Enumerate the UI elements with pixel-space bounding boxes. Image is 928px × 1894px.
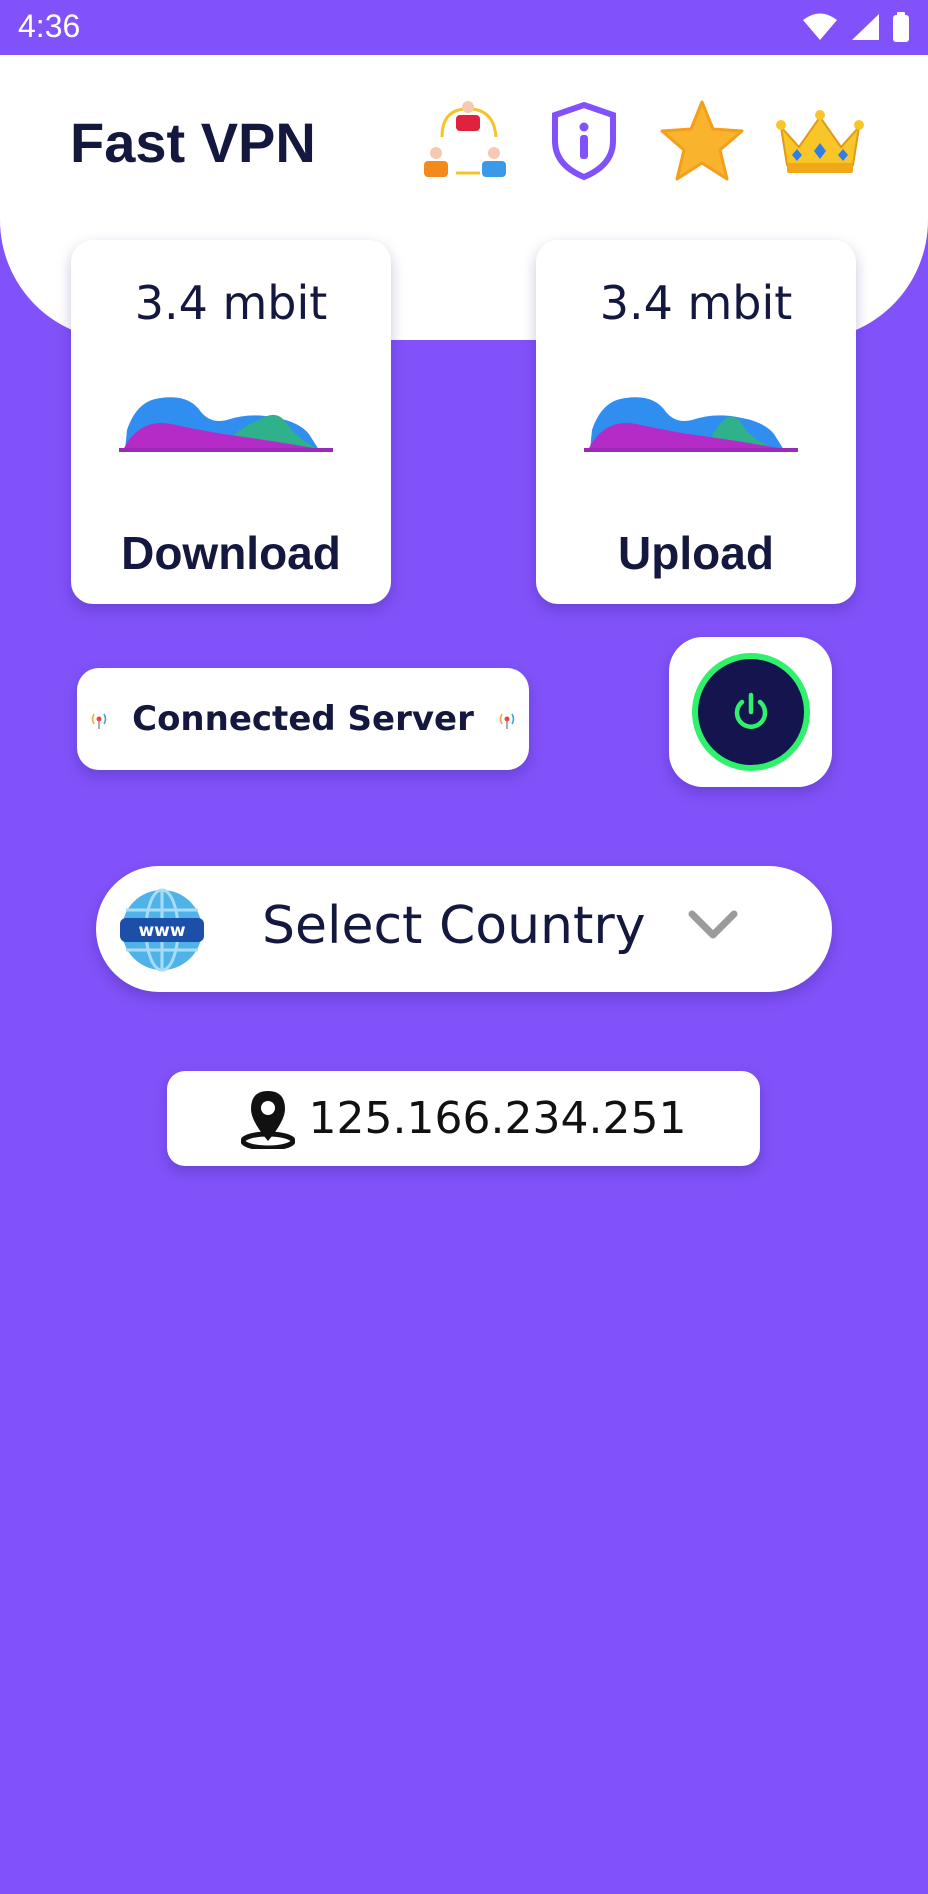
- rate-button[interactable]: [656, 95, 748, 187]
- app-title: Fast VPN: [70, 111, 316, 174]
- status-bar: 4:36: [0, 0, 928, 55]
- chevron-down-icon: [688, 910, 738, 939]
- share-users-icon: [424, 101, 506, 177]
- download-speed-value: 3.4 mbit: [134, 276, 328, 330]
- privacy-info-button[interactable]: [538, 95, 630, 187]
- speed-graph-icon: [119, 397, 333, 452]
- share-users-button[interactable]: [420, 95, 512, 187]
- select-country-label: Select Country: [262, 896, 646, 956]
- ip-address-text: 125.166.234.251: [308, 1093, 687, 1144]
- location-pin-icon: [240, 1090, 295, 1149]
- upload-label: Upload: [618, 527, 774, 579]
- speed-graph-icon: [584, 397, 798, 452]
- power-icon: [734, 692, 767, 729]
- connected-server-button[interactable]: Connected Server: [77, 668, 529, 770]
- select-country-dropdown[interactable]: www Select Country: [96, 866, 832, 992]
- download-card: 3.4 mbit Download: [71, 240, 391, 604]
- wifi-icon: [803, 13, 837, 40]
- shield-info-icon: [552, 101, 616, 181]
- star-icon: [660, 100, 744, 181]
- power-card: [669, 637, 832, 787]
- premium-button[interactable]: [774, 95, 866, 187]
- crown-icon: [776, 110, 864, 173]
- signal-broadcast-icon: [91, 713, 107, 729]
- signal-broadcast-icon: [499, 713, 515, 729]
- power-button[interactable]: [691, 653, 810, 771]
- ip-address-box: 125.166.234.251: [167, 1071, 760, 1166]
- svg-text:www: www: [138, 921, 185, 941]
- upload-card: 3.4 mbit Upload: [536, 240, 856, 604]
- status-icons: [802, 10, 910, 44]
- signal-icon: [852, 14, 879, 40]
- status-time: 4:36: [18, 8, 81, 44]
- connected-server-label: Connected Server: [132, 699, 474, 739]
- www-globe-icon: www: [120, 888, 204, 972]
- battery-icon: [893, 12, 909, 42]
- download-label: Download: [121, 527, 341, 579]
- upload-speed-value: 3.4 mbit: [599, 276, 793, 330]
